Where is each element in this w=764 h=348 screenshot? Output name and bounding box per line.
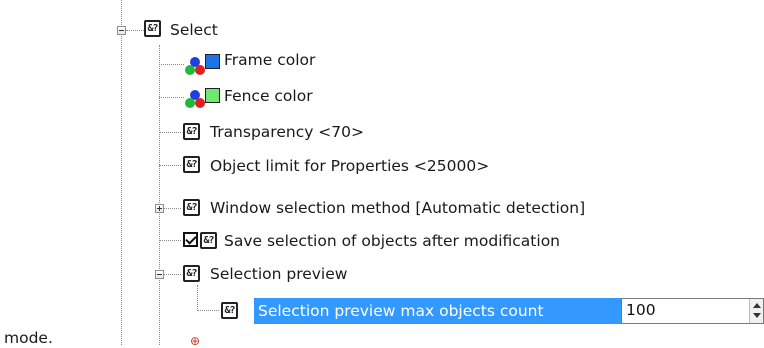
property-icon: &? — [183, 199, 200, 216]
tree-item-selection-preview-max-objects[interactable]: Selection preview max objects count — [258, 301, 544, 321]
property-icon: &? — [183, 156, 200, 173]
property-icon: &? — [183, 123, 200, 140]
rgb-icon — [185, 90, 206, 110]
tree-item-fence-color[interactable]: Fence color — [224, 86, 313, 106]
tree-item-save-selection[interactable]: Save selection of objects after modifica… — [224, 231, 560, 251]
tree-item-window-selection-method[interactable]: Window selection method [Automatic detec… — [210, 198, 585, 218]
tree-item-transparency[interactable]: Transparency <70> — [210, 122, 364, 142]
tree-root-line — [121, 0, 122, 345]
frame-color-swatch — [205, 54, 220, 69]
selection-preview-collapse-toggle[interactable] — [155, 270, 164, 279]
tree-item-object-limit[interactable]: Object limit for Properties <25000> — [210, 156, 489, 176]
save-selection-checkbox[interactable] — [183, 232, 198, 247]
select-collapse-toggle[interactable] — [117, 26, 126, 35]
property-icon: &? — [144, 20, 161, 37]
max-objects-count-input[interactable]: 100 — [621, 298, 764, 324]
partial-icon: ⊕ — [190, 334, 201, 348]
tree-item-frame-color[interactable]: Frame color — [224, 50, 315, 70]
tree-select-line — [159, 45, 160, 345]
fence-color-swatch — [205, 88, 220, 103]
property-icon: &? — [183, 265, 200, 282]
tree-item-selection-preview[interactable]: Selection preview — [210, 264, 347, 284]
mode-text-fragment: mode. — [4, 329, 53, 347]
property-icon: &? — [200, 232, 217, 249]
property-icon: &? — [221, 302, 238, 319]
max-objects-count-spinner[interactable] — [749, 299, 763, 323]
rgb-icon — [185, 57, 206, 77]
tree-item-select[interactable]: Select — [170, 20, 218, 40]
window-selection-expand-toggle[interactable] — [155, 204, 164, 213]
